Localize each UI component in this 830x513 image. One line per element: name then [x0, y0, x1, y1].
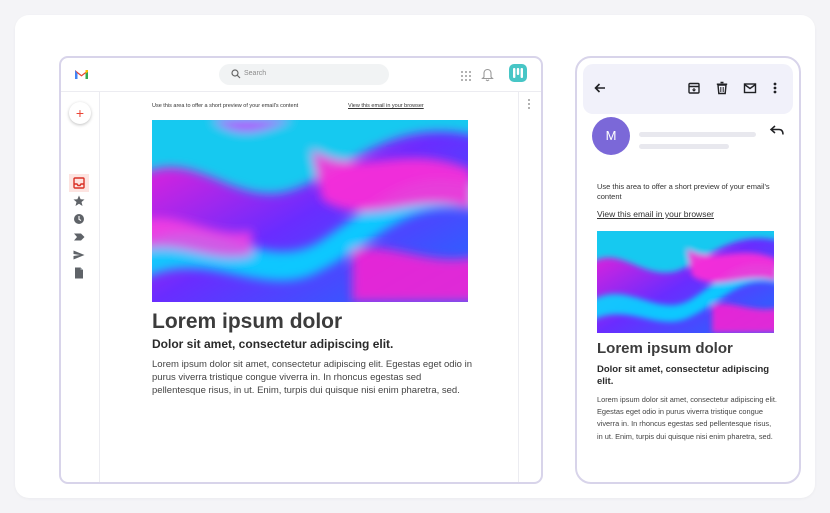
send-icon[interactable] [72, 248, 86, 262]
label-icon[interactable] [72, 230, 86, 244]
right-rail [518, 92, 541, 482]
inbox-icon[interactable] [72, 176, 86, 190]
more-vert-icon[interactable] [771, 81, 779, 95]
mobile-gmail-frame: M Use this area to offer a short preview… [575, 56, 801, 484]
view-in-browser-link[interactable]: View this email in your browser [597, 209, 714, 220]
search-icon [231, 69, 241, 79]
email-hero-image [152, 120, 468, 302]
email-body-text: Lorem ipsum dolor sit amet, consectetur … [597, 395, 777, 441]
apps-grid-icon[interactable] [460, 70, 472, 82]
archive-icon[interactable] [687, 81, 701, 95]
email-subheading: Dolor sit amet, consectetur adipiscing e… [597, 364, 770, 387]
email-subheading: Dolor sit amet, consectetur adipiscing e… [152, 337, 394, 351]
compose-button[interactable]: + [69, 102, 91, 124]
bell-icon[interactable] [481, 68, 494, 82]
email-body-text: Lorem ipsum dolor sit amet, consectetur … [152, 359, 472, 396]
trash-icon[interactable] [715, 81, 729, 95]
reply-icon[interactable] [769, 124, 785, 136]
search-bar[interactable]: Search [219, 64, 389, 85]
sender-detail-placeholder [639, 144, 729, 149]
clock-icon[interactable] [72, 212, 86, 226]
mobile-toolbar [583, 64, 793, 114]
gmail-sidebar: + [61, 92, 100, 482]
gmail-header: Search [61, 58, 541, 92]
more-vert-icon[interactable] [527, 98, 531, 110]
view-in-browser-link[interactable]: View this email in your browser [348, 102, 424, 110]
gmail-logo[interactable] [74, 68, 89, 80]
showcase-card: Search + Use this area to offer a short … [15, 15, 815, 498]
star-icon[interactable] [72, 194, 86, 208]
back-arrow-icon[interactable] [593, 81, 607, 95]
sender-name-placeholder [639, 132, 756, 137]
email-preview-text: Use this area to offer a short preview o… [152, 103, 299, 109]
sender-avatar: M [592, 117, 630, 155]
mail-icon[interactable] [743, 81, 757, 95]
search-placeholder: Search [244, 70, 267, 77]
brand-bars-icon [513, 68, 523, 78]
email-heading: Lorem ipsum dolor [152, 310, 343, 333]
desktop-gmail-frame: Search + Use this area to offer a short … [59, 56, 543, 484]
email-preview-text: Use this area to offer a short preview o… [597, 182, 770, 201]
document-icon[interactable] [72, 266, 86, 280]
brand-logo[interactable] [509, 64, 527, 82]
email-heading: Lorem ipsum dolor [597, 340, 733, 357]
email-hero-image [597, 231, 774, 333]
